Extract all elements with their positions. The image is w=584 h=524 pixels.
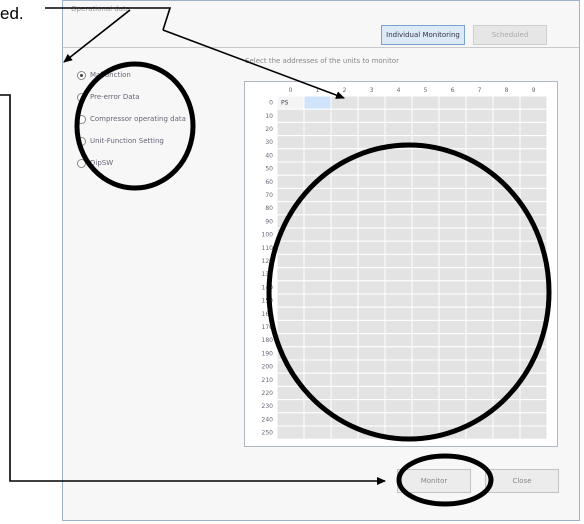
circle-options — [74, 61, 196, 191]
annotation-overlay — [0, 7, 552, 507]
callout-bracket — [45, 7, 172, 31]
circle-grid — [266, 142, 552, 442]
arrow-to-options — [63, 9, 131, 63]
arrow-to-grid — [162, 29, 345, 99]
circle-monitor-button — [396, 453, 494, 507]
connector-to-monitor — [0, 94, 386, 485]
